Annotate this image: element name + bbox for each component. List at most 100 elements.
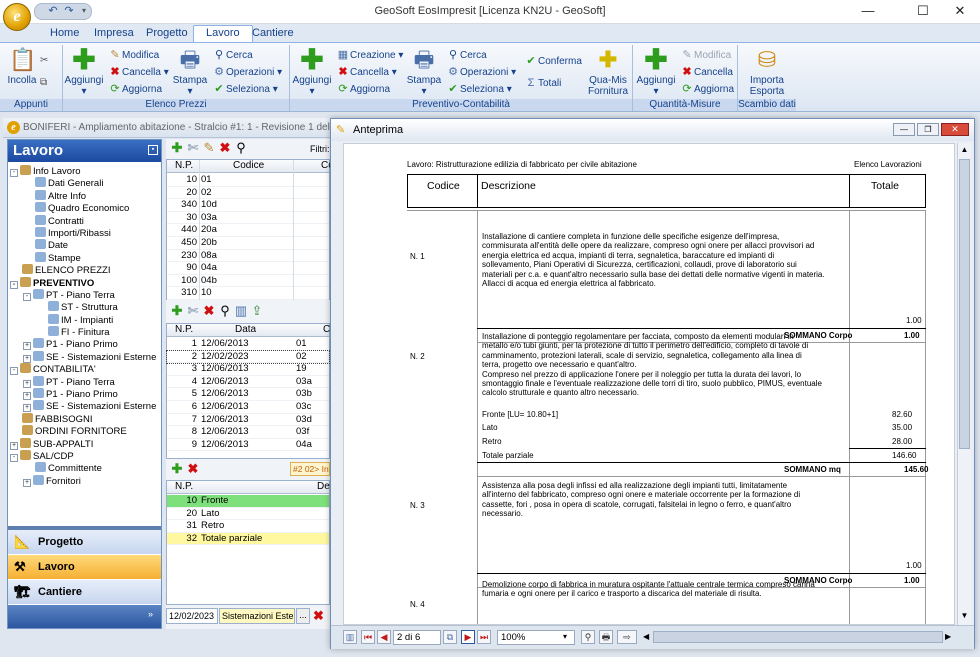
undo-icon[interactable]: ↶ (45, 4, 61, 19)
tree-item[interactable]: + PT - Piano Terra (10, 375, 160, 388)
tab-progetto[interactable]: Progetto (134, 26, 200, 42)
tree-item[interactable]: + P1 - Piano Primo (10, 388, 160, 401)
vertical-scrollbar[interactable]: ▲ ▼ (957, 143, 971, 625)
table-row[interactable]: 340 10d (167, 199, 329, 212)
horizontal-scrollbar[interactable] (653, 631, 943, 643)
app-logo-icon[interactable]: e (3, 3, 31, 31)
tree-item[interactable]: + SE - Sistemazioni Esterne (10, 350, 160, 363)
elenco-add-button[interactable]: ✚ Aggiungi ▾ (64, 46, 104, 98)
prev-refresh-button[interactable]: ⟳ Aggiorna (336, 82, 390, 97)
delete-icon[interactable]: ✖ (185, 462, 201, 476)
last-page-button[interactable]: ⏭ (477, 630, 491, 644)
elenco-edit-button[interactable]: ✎ Modifica (108, 48, 159, 63)
table-row[interactable]: 230 08a (167, 250, 329, 263)
table-row[interactable]: 8 12/06/2013 03f (167, 426, 329, 439)
tree-item[interactable]: Altre Info (10, 189, 160, 202)
table-row[interactable]: 32 Totale parziale (167, 532, 329, 546)
close-button[interactable]: ✕ (940, 0, 980, 22)
chevron-down-icon[interactable]: ▾ (563, 632, 567, 641)
tree-item[interactable]: Committente (10, 462, 160, 474)
expander-icon[interactable]: - (10, 367, 18, 376)
redo-icon[interactable]: ↷ (61, 4, 77, 19)
expander-icon[interactable]: + (23, 392, 31, 401)
scroll-left-icon[interactable]: ◀ (643, 632, 649, 641)
expander-icon[interactable]: + (23, 478, 31, 487)
preview-restore-button[interactable]: ❐ (917, 123, 939, 136)
page-number-field[interactable]: 2 di 6 (393, 630, 441, 645)
delete-icon[interactable]: ✖ (201, 304, 217, 318)
elenco-grid[interactable]: N.P. Codice Co 10 01 20 02 340 10d 30 03a 440 20a… (166, 159, 334, 302)
export-icon[interactable]: ⇪ (249, 304, 265, 318)
browse-button[interactable]: ... (296, 608, 310, 624)
nav-cantiere[interactable]: 🏗 Cantiere (8, 580, 161, 604)
expander-icon[interactable]: - (10, 169, 18, 177)
table-row[interactable]: 100 04b (167, 275, 329, 288)
scroll-right-icon[interactable]: ▶ (945, 632, 951, 641)
clear-icon[interactable]: ✖ (313, 608, 324, 624)
table-row[interactable]: 440 20a (167, 224, 329, 237)
scroll-up-icon[interactable]: ▲ (959, 145, 970, 157)
expander-icon[interactable]: - (10, 280, 18, 289)
tree-item[interactable]: Quadro Economico (10, 202, 160, 214)
tree-item[interactable]: - PT - Piano Terra (10, 288, 160, 301)
col-np[interactable]: N.P. (175, 324, 193, 335)
table-row[interactable]: 5 12/06/2013 03b (167, 388, 329, 401)
qty-delete-button[interactable]: ✖ Cancella (680, 65, 733, 80)
tree-item[interactable]: - CONTABILITA' (10, 363, 160, 376)
scroll-down-icon[interactable]: ▼ (959, 611, 970, 623)
add-icon[interactable]: ✚ (169, 462, 185, 476)
table-row[interactable]: 30 03a (167, 212, 329, 225)
go-page-icon[interactable]: ⧉ (443, 630, 457, 644)
binoculars-icon[interactable]: ⚲ (233, 141, 249, 155)
qua-mis-button[interactable]: ✚ Qua-Mis Fornitura (586, 47, 630, 97)
prev-delete-button[interactable]: ✖ Cancella ▾ (336, 65, 396, 80)
scroll-thumb[interactable] (959, 159, 970, 449)
expander-icon[interactable]: - (10, 453, 18, 462)
misure-grid[interactable]: N.P. Data C 1 12/06/2013 01 2 12/02/2023 02 3 1… (166, 323, 330, 459)
tree-item[interactable]: - Info Lavoro (10, 165, 160, 177)
table-row[interactable]: 1 12/06/2013 01 (167, 338, 329, 351)
tree-item[interactable]: ELENCO PREZZI (10, 264, 160, 276)
binoculars-icon[interactable]: ⚲ (217, 304, 233, 318)
next-page-button[interactable]: ▶ (461, 630, 475, 644)
table-row[interactable]: 31 Retro (167, 520, 329, 533)
nav-overflow-icon[interactable]: » (148, 609, 153, 619)
add-icon[interactable]: ✚ (169, 304, 185, 318)
prev-confirm-button[interactable]: ✔ Conferma (524, 54, 582, 69)
first-page-button[interactable]: ⏮ (361, 630, 375, 644)
table-row[interactable]: 310 10 (167, 287, 329, 300)
col-codice[interactable]: Codice (233, 160, 264, 171)
tree-item[interactable]: FABBISOGNI (10, 412, 160, 425)
tree-item[interactable]: + Fornitori (10, 474, 160, 487)
tree-item[interactable]: - SAL/CDP (10, 449, 160, 462)
prev-print-button[interactable]: 🖶 Stampa ▾ (406, 47, 442, 97)
building-icon[interactable]: ▥ (233, 304, 249, 318)
thumbnails-icon[interactable]: ▥ (343, 630, 357, 644)
expander-icon[interactable]: + (23, 342, 31, 351)
tree-item[interactable]: Stampe (10, 251, 160, 264)
elenco-select-button[interactable]: ✔ Seleziona ▾ (212, 82, 277, 97)
cut-icon[interactable]: ✂ (40, 53, 48, 68)
date-field[interactable]: 12/02/2023 (166, 608, 218, 624)
tree-item[interactable]: + SE - Sistemazioni Esterne (10, 400, 160, 413)
elenco-refresh-button[interactable]: ⟳ Aggiorna (108, 82, 162, 97)
tree-item[interactable]: + P1 - Piano Primo (10, 338, 160, 351)
expander-icon[interactable]: + (23, 354, 31, 363)
table-row[interactable]: 9 12/06/2013 04a (167, 439, 329, 452)
copy-icon[interactable]: ⧉ (40, 75, 47, 90)
expander-icon[interactable]: + (10, 441, 18, 450)
pin-icon[interactable]: ▪ (148, 145, 158, 155)
tree-item[interactable]: + SUB-APPALTI (10, 437, 160, 450)
elenco-operations-button[interactable]: ⚙ Operazioni ▾ (212, 65, 282, 80)
table-row[interactable]: 20 02 (167, 187, 329, 200)
qty-edit-button[interactable]: ✎ Modifica (680, 48, 731, 63)
table-row[interactable]: 450 20b (167, 237, 329, 250)
print-icon[interactable]: 🖶 (599, 630, 613, 644)
prev-operations-button[interactable]: ⚙ Operazioni ▾ (446, 65, 516, 80)
elenco-print-button[interactable]: 🖶 Stampa ▾ (172, 47, 208, 97)
expander-icon[interactable]: + (23, 404, 31, 413)
quantita-grid[interactable]: N.P. De 10 Fronte 20 Lato 31 Retro 32 Totale pa… (166, 480, 330, 605)
import-export-button[interactable]: ⛁ Importa Esporta (744, 47, 790, 97)
preview-minimize-button[interactable]: — (893, 123, 915, 136)
qty-add-button[interactable]: ✚ Aggiungi ▾ (636, 46, 676, 98)
